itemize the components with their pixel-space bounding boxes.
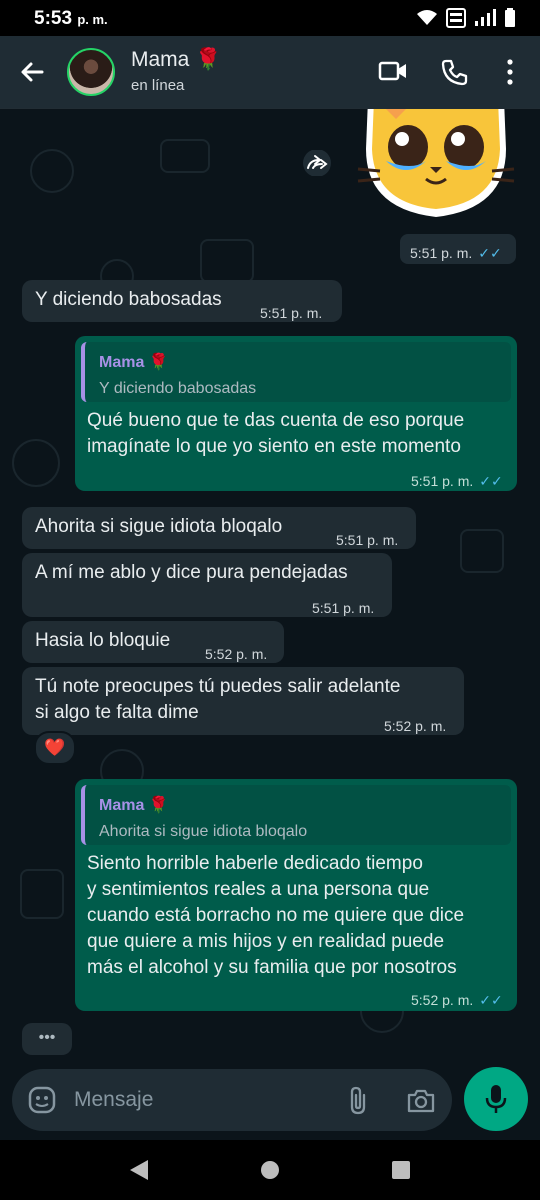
heart-reaction[interactable]: ❤️ bbox=[34, 731, 76, 765]
background-doodle bbox=[12, 439, 60, 487]
message-line: y sentimientos reales a una persona que bbox=[87, 879, 430, 900]
quoted-text: Y diciendo babosadas bbox=[99, 380, 257, 397]
message-time: 5:51 p. m. bbox=[336, 532, 399, 548]
message-time: 5:51 p. m. bbox=[260, 305, 323, 321]
battery-icon bbox=[505, 8, 515, 27]
read-ticks-icon: ✓✓ bbox=[478, 245, 502, 261]
read-ticks-icon: ✓✓ bbox=[479, 473, 503, 489]
message-line: imagínate lo que yo siento en este momen… bbox=[87, 436, 461, 457]
message-time: 5:52 p. m. ✓✓ bbox=[411, 992, 503, 1008]
sticker-emoji-icon[interactable] bbox=[28, 1086, 56, 1114]
message-text: Ahorita si sigue idiota bloqalo bbox=[35, 516, 283, 537]
more-options-icon[interactable] bbox=[505, 58, 515, 86]
incoming-message[interactable]: Ahorita si sigue idiota bloqalo 5:51 p. … bbox=[22, 507, 416, 549]
message-text: Y diciendo babosadas bbox=[35, 289, 222, 310]
message-line: Qué bueno que te das cuenta de eso porqu… bbox=[87, 410, 465, 431]
background-doodle bbox=[30, 149, 74, 193]
incoming-message[interactable]: Tú note preocupes tú puedes salir adelan… bbox=[22, 667, 464, 735]
quoted-text: Ahorita si sigue idiota bloqalo bbox=[99, 823, 308, 840]
video-call-icon[interactable] bbox=[378, 58, 408, 84]
attach-icon[interactable] bbox=[346, 1085, 370, 1115]
message-composer[interactable]: Mensaje bbox=[12, 1069, 452, 1131]
camera-icon[interactable] bbox=[406, 1087, 436, 1113]
message-time: 5:52 p. m. bbox=[205, 646, 268, 662]
read-ticks-icon: ✓✓ bbox=[479, 992, 503, 1008]
contact-name[interactable]: Mama 🌹 bbox=[131, 48, 221, 72]
outgoing-message[interactable]: Mama 🌹 Y diciendo babosadas Qué bueno qu… bbox=[75, 336, 517, 491]
avatar[interactable] bbox=[67, 48, 115, 96]
status-time: 5:53 p. m. bbox=[34, 8, 108, 29]
quoted-author: Mama 🌹 bbox=[99, 354, 169, 371]
background-doodle bbox=[160, 139, 210, 173]
status-icons bbox=[416, 8, 516, 28]
nav-home-icon[interactable] bbox=[259, 1159, 281, 1181]
message-line: Tú note preocupes tú puedes salir adelan… bbox=[35, 676, 401, 697]
contact-status: en línea bbox=[131, 77, 185, 94]
status-bar: 5:53 p. m. bbox=[0, 0, 540, 36]
microphone-icon bbox=[485, 1085, 507, 1113]
background-doodle bbox=[200, 239, 254, 283]
crying-cat-sticker[interactable] bbox=[356, 109, 516, 227]
quoted-reply[interactable]: Mama 🌹 Y diciendo babosadas bbox=[81, 342, 511, 402]
background-doodle bbox=[20, 869, 64, 919]
chat-header: Mama 🌹 en línea bbox=[0, 36, 540, 109]
nav-recents-icon[interactable] bbox=[390, 1159, 412, 1181]
voice-message-button[interactable] bbox=[464, 1067, 528, 1131]
message-line: cuando está borracho no me quiere que di… bbox=[87, 905, 465, 926]
incoming-message[interactable]: Y diciendo babosadas 5:51 p. m. bbox=[22, 280, 342, 322]
incoming-message[interactable]: A mí me ablo y dice pura pendejadas 5:51… bbox=[22, 553, 392, 617]
message-line: que quiere a mis hijos y en realidad pue… bbox=[87, 931, 445, 952]
message-input[interactable]: Mensaje bbox=[74, 1088, 153, 1112]
signal-icon bbox=[475, 9, 496, 26]
quoted-reply[interactable]: Mama 🌹 Ahorita si sigue idiota bloqalo bbox=[81, 785, 511, 845]
typing-indicator: ••• bbox=[22, 1023, 72, 1055]
message-text: Hasia lo bloquie bbox=[35, 630, 171, 651]
quoted-author: Mama 🌹 bbox=[99, 797, 169, 814]
message-line: si algo te falta dime bbox=[35, 702, 199, 723]
incoming-message[interactable]: Hasia lo bloquie 5:52 p. m. bbox=[22, 621, 284, 663]
message-time: 5:51 p. m. ✓✓ bbox=[411, 473, 503, 489]
volte-icon bbox=[446, 8, 466, 28]
nav-back-icon[interactable] bbox=[128, 1159, 150, 1181]
background-doodle bbox=[460, 529, 504, 573]
back-arrow-icon[interactable] bbox=[18, 58, 46, 86]
message-time: 5:52 p. m. bbox=[384, 718, 447, 734]
wifi-icon bbox=[417, 10, 437, 25]
message-line: más el alcohol y su familia que por noso… bbox=[87, 957, 457, 978]
message-line: Siento horrible haberle dedicado tiempo bbox=[87, 853, 423, 874]
phone-call-icon[interactable] bbox=[440, 58, 468, 86]
message-time: 5:51 p. m. bbox=[312, 600, 375, 616]
system-nav-bar bbox=[0, 1140, 540, 1200]
message-text: A mí me ablo y dice pura pendejadas bbox=[35, 562, 348, 583]
outgoing-message[interactable]: Mama 🌹 Ahorita si sigue idiota bloqalo S… bbox=[75, 779, 517, 1011]
forward-icon[interactable] bbox=[302, 150, 332, 176]
sticker-timestamp-bubble: 5:51 p. m. ✓✓ bbox=[400, 234, 516, 264]
